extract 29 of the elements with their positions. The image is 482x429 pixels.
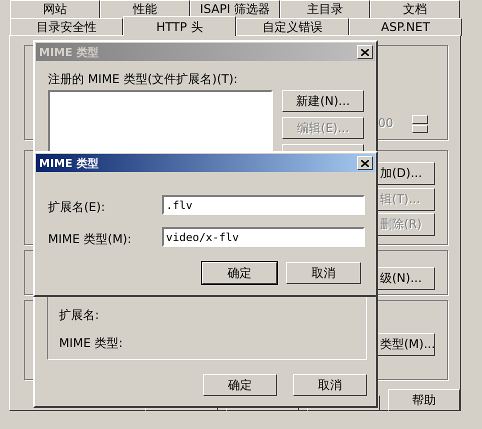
mime-type-label: MIME 类型:	[59, 335, 123, 352]
tab[interactable]: 自定义错误	[236, 18, 349, 36]
button[interactable]: 类型(M)...	[378, 333, 435, 356]
cancel-button[interactable]: 取消	[286, 262, 361, 284]
window-title: MIME 类型	[39, 44, 98, 60]
close-icon	[361, 48, 369, 56]
tab[interactable]: 主目录	[280, 0, 370, 18]
cancel-button[interactable]: 取消	[293, 374, 367, 396]
close-button[interactable]	[357, 156, 373, 170]
button[interactable]: 加(D)...	[378, 162, 435, 185]
close-button[interactable]	[357, 45, 373, 59]
extension-label: 扩展名(E):	[48, 199, 105, 216]
spin-buttons[interactable]	[412, 115, 428, 133]
mime-type-label: MIME 类型(M):	[48, 231, 132, 248]
tab[interactable]: HTTP 头	[123, 16, 236, 36]
button[interactable]: 新建(N)...	[282, 90, 364, 112]
ok-button[interactable]: 确定	[203, 374, 277, 396]
extension-label: 扩展名:	[59, 307, 100, 324]
extension-field[interactable]: .flv	[162, 195, 365, 215]
close-icon	[361, 160, 369, 166]
button[interactable]: 级(N)...	[378, 267, 435, 290]
window-title: MIME 类型	[39, 156, 98, 170]
mime-type-field[interactable]: video/x-flv	[162, 227, 365, 247]
list-label: 注册的 MIME 类型(文件扩展名)(T):	[48, 71, 238, 88]
tab[interactable]: 网站	[10, 0, 100, 18]
help-button[interactable]: 帮助	[388, 389, 460, 411]
tab[interactable]: ASP.NET	[349, 18, 462, 36]
tab[interactable]: 文档	[370, 0, 460, 18]
ok-button[interactable]: 确定	[202, 262, 277, 284]
